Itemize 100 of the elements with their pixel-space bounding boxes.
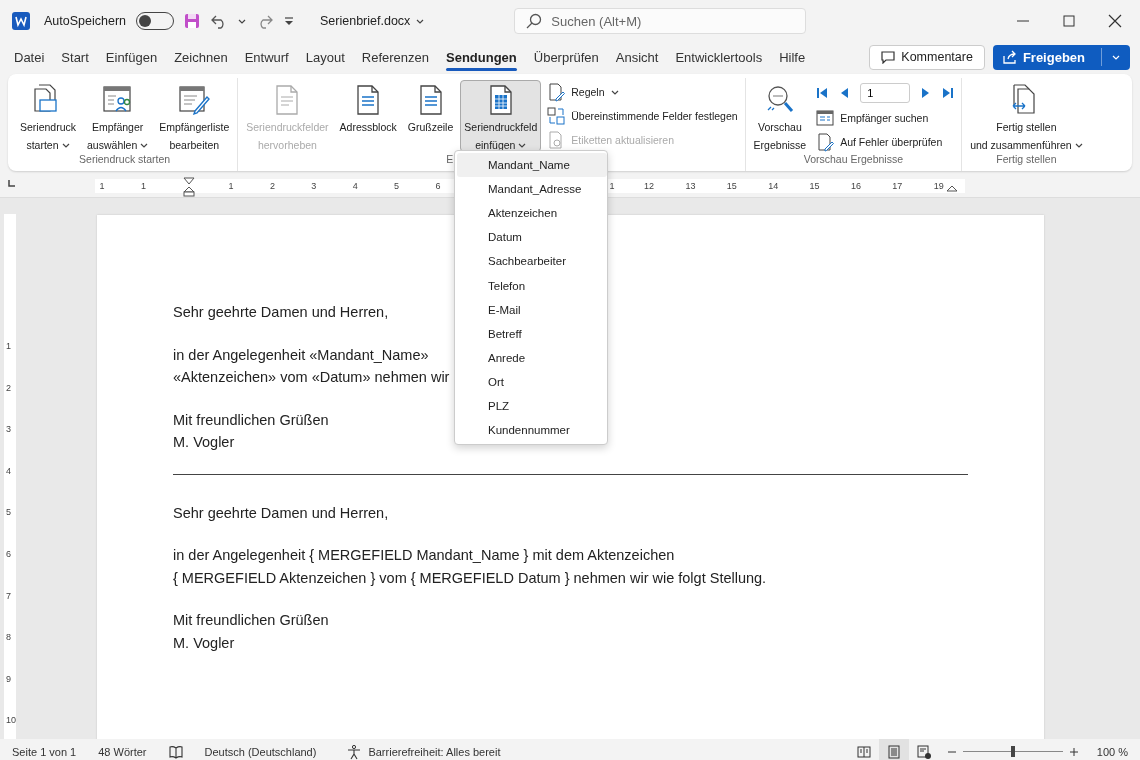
close-icon bbox=[1106, 12, 1124, 30]
ribbon-button[interactable]: Vorschau Ergebnisse bbox=[749, 80, 811, 152]
menu-item[interactable]: PLZ bbox=[457, 393, 607, 419]
record-field[interactable]: 1 bbox=[860, 83, 911, 103]
ruler-number: 1 bbox=[6, 341, 11, 351]
comment-icon bbox=[881, 50, 896, 64]
language-status[interactable]: Deutsch (Deutschland) bbox=[204, 745, 317, 758]
ruler-number: 15 bbox=[725, 181, 738, 191]
page-icon bbox=[887, 744, 900, 759]
ruler-number: 5 bbox=[6, 507, 11, 518]
document-pencil-icon bbox=[547, 82, 566, 102]
menu-item[interactable]: Betreff bbox=[457, 321, 607, 346]
first-record-icon bbox=[816, 87, 829, 99]
group-label: Fertig stellen bbox=[995, 153, 1058, 167]
read-mode-icon bbox=[856, 745, 871, 758]
search-icon bbox=[526, 13, 543, 29]
ribbon-tab[interactable]: Ansicht bbox=[607, 43, 667, 71]
group-label: E bbox=[446, 153, 454, 167]
ruler-number: 1 bbox=[139, 181, 147, 191]
maximize-icon bbox=[1060, 12, 1078, 30]
ribbon-button[interactable]: Fertig stellen und zusammenführen bbox=[966, 80, 1087, 152]
ruler-number: 16 bbox=[849, 181, 862, 191]
table-icon bbox=[816, 108, 835, 128]
word-count: 48 Wörter bbox=[98, 745, 147, 758]
ribbon-button[interactable]: Übereinstimmende Felder festlegen bbox=[544, 105, 741, 127]
table-pencil-icon bbox=[177, 83, 212, 117]
zoom-slider-thumb[interactable] bbox=[1010, 746, 1015, 757]
ribbon-tab[interactable]: Referenzen bbox=[353, 43, 437, 71]
ribbon-tab[interactable]: Sendungen bbox=[438, 43, 525, 71]
menu-item[interactable]: Ort bbox=[457, 369, 607, 394]
ribbon-tab[interactable]: Layout bbox=[297, 43, 353, 71]
word-logo-icon bbox=[12, 12, 30, 30]
ribbon-button[interactable]: Empfängerliste bearbeiten bbox=[155, 80, 234, 152]
ruler-number: 1 bbox=[98, 181, 106, 191]
document-text: { MERGEFIELD Aktenzeichen } vom { MERGEFIELD Datum } nehmen wir wie folgt Stellung. bbox=[173, 568, 767, 588]
autosave-label: AutoSpeichern bbox=[44, 14, 126, 28]
ribbon-tab[interactable]: Entwurf bbox=[236, 43, 297, 71]
menu-item[interactable]: Mandant_Adresse bbox=[457, 177, 607, 202]
caret-icon bbox=[416, 18, 425, 24]
ribbon-tab[interactable]: Entwicklertools bbox=[667, 43, 771, 71]
menu-item[interactable]: E-Mail bbox=[457, 297, 607, 322]
ruler-number: 8 bbox=[6, 632, 11, 643]
ruler-number: 2 bbox=[6, 382, 11, 393]
menu-item[interactable]: Mandant_Name bbox=[457, 153, 607, 178]
search-field[interactable]: Suchen (Alt+M) bbox=[514, 8, 807, 34]
ruler-number: 6 bbox=[6, 549, 11, 559]
ruler-number: 4 bbox=[351, 181, 359, 191]
accessibility-status[interactable]: Barrierefreiheit: Alles bereit bbox=[368, 745, 501, 758]
menu-item[interactable]: Telefon bbox=[457, 273, 607, 298]
comments-button[interactable]: Kommentare bbox=[869, 44, 985, 70]
zoom-in-icon bbox=[1068, 746, 1079, 757]
ruler-number: 1 bbox=[227, 181, 235, 191]
minimize-icon bbox=[1017, 20, 1029, 22]
ribbon-tab[interactable]: Start bbox=[53, 43, 97, 71]
ribbon-button[interactable]: Seriendruck starten bbox=[16, 80, 81, 152]
ribbon-button[interactable]: Seriendruckfeld einfügen bbox=[460, 80, 542, 152]
ruler-number: 19 bbox=[932, 181, 945, 191]
ribbon-tab[interactable]: Zeichnen bbox=[166, 43, 236, 71]
ruler-number: 3 bbox=[310, 181, 318, 191]
save-icon bbox=[184, 13, 200, 29]
document-text: Sehr geehrte Damen und Herren, bbox=[173, 303, 389, 322]
file-name[interactable]: Serienbrief.docx bbox=[320, 14, 411, 28]
ribbon-button[interactable]: Grußzeile bbox=[403, 80, 458, 152]
ruler-number: 4 bbox=[6, 465, 11, 476]
document-text: in der Angelegenheit «Mandant_Name» bbox=[173, 345, 429, 365]
document-text: Sehr geehrte Damen und Herren, bbox=[173, 503, 389, 523]
menu-item[interactable]: Sachbearbeiter bbox=[457, 249, 607, 274]
ribbon-tab[interactable]: Hilfe bbox=[771, 43, 814, 71]
menu-item[interactable]: Aktenzeichen bbox=[457, 201, 607, 226]
ribbon-button[interactable]: Empfänger suchen bbox=[813, 107, 958, 129]
menu-item[interactable]: Kundennummer bbox=[457, 418, 607, 443]
last-record-icon bbox=[942, 87, 955, 99]
ruler-number: 15 bbox=[808, 181, 821, 191]
book-icon bbox=[168, 744, 183, 759]
ribbon-tab[interactable]: Überprüfen bbox=[525, 43, 607, 71]
ribbon-button[interactable]: Adressblock bbox=[335, 80, 401, 152]
menu-item[interactable]: Datum bbox=[457, 225, 607, 250]
ribbon-button[interactable]: Regeln bbox=[544, 81, 741, 103]
share-button[interactable]: Freigeben bbox=[992, 44, 1130, 70]
ruler-number: 17 bbox=[891, 181, 904, 191]
zoom-level[interactable]: 100 % bbox=[1096, 745, 1128, 758]
ruler-number: 9 bbox=[6, 673, 11, 684]
accessibility-icon bbox=[346, 743, 363, 760]
ribbon-tab[interactable]: Einfügen bbox=[97, 43, 166, 71]
boxes-arrows-icon bbox=[547, 106, 566, 126]
ruler-number: 2 bbox=[268, 181, 276, 191]
tab-stop-icon bbox=[7, 180, 15, 188]
ruler-number: 10 bbox=[6, 715, 16, 726]
ruler-number: 13 bbox=[684, 181, 697, 191]
ruler-number: 12 bbox=[643, 181, 655, 191]
web-layout-icon bbox=[916, 744, 931, 759]
document-text: Mit freundlichen Grüßen bbox=[173, 611, 329, 630]
menu-item[interactable]: Anrede bbox=[457, 345, 607, 370]
page-count: Seite 1 von 1 bbox=[12, 745, 77, 758]
ribbon-button[interactable]: Auf Fehler überprüfen bbox=[813, 131, 958, 153]
ribbon-tab[interactable]: Datei bbox=[6, 43, 53, 71]
document-text: M. Vogler bbox=[173, 433, 235, 452]
share-icon bbox=[1002, 50, 1017, 64]
ribbon-button[interactable]: Empfänger auswählen bbox=[83, 80, 153, 152]
document-text: Mit freundlichen Grüßen bbox=[173, 410, 329, 430]
